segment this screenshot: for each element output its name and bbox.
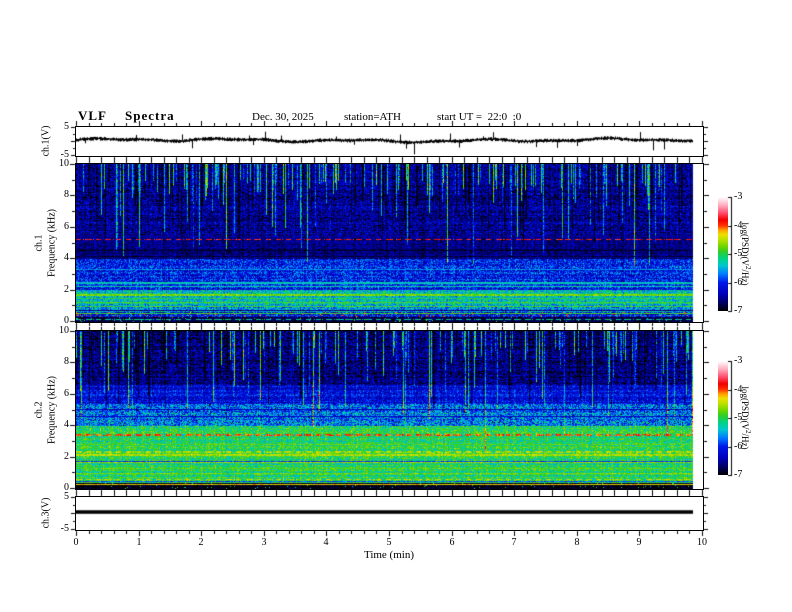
voltage-tick-label: -5 (60, 149, 69, 160)
colorbar-tick-label: -4 (734, 220, 743, 231)
x-tick-label: 4 (323, 537, 329, 548)
spec1-frequency-axis-label: Frequency (kHz) (46, 208, 58, 278)
colorbar-tick-label: -5 (734, 248, 743, 259)
x-tick-label: 5 (386, 537, 392, 548)
freq-tick-label: 2 (64, 451, 69, 462)
freq-tick-label: 8 (64, 189, 69, 200)
header-start-ut: start UT = 22:0 :0 (437, 111, 522, 123)
freq-tick-label: 2 (64, 284, 69, 295)
freq-tick-label: 10 (59, 325, 69, 336)
colorbar-ch2 (718, 361, 728, 475)
colorbar-tick-label: -3 (734, 355, 743, 366)
colorbar-tick-label: -7 (734, 305, 743, 316)
ch2-spectrogram-panel (75, 330, 704, 490)
colorbar-tick-label: -7 (734, 469, 743, 480)
x-tick-label: 1 (136, 537, 142, 548)
ch3-waveform-canvas (76, 497, 703, 530)
colorbar-tick-label: -6 (734, 277, 743, 288)
x-tick-label: 6 (449, 537, 455, 548)
x-tick-label: 7 (511, 537, 517, 548)
colorbar-tick-label: -4 (734, 384, 743, 395)
vlf-spectra-figure: VLF Spectra Dec. 30, 2025 station=ATH st… (0, 0, 792, 612)
freq-tick-label: 8 (64, 356, 69, 367)
freq-tick-label: 4 (64, 252, 69, 263)
colorbar-ch1 (718, 197, 728, 311)
colorbar-tick-label: -6 (734, 441, 743, 452)
voltage-tick-label: -5 (60, 523, 69, 534)
colorbar-tick-label: -5 (734, 412, 743, 423)
spec2-channel-label: ch.2 (33, 401, 45, 419)
ch2-spectrogram-canvas (76, 331, 703, 489)
voltage-tick-label: 5 (64, 491, 69, 502)
spec2-frequency-axis-label: Frequency (kHz) (46, 375, 58, 445)
colorbar-tick-label: -3 (734, 191, 743, 202)
ch1-spectrogram-canvas (76, 164, 703, 322)
ch1-waveform-panel (75, 126, 704, 157)
ch3-waveform-panel (75, 496, 704, 531)
spec1-channel-label: ch.1 (33, 234, 45, 252)
voltage-tick-label: 5 (64, 121, 69, 132)
x-tick-label: 10 (697, 537, 707, 548)
x-tick-label: 8 (574, 537, 580, 548)
time-axis-label: Time (min) (363, 549, 414, 561)
x-tick-label: 9 (636, 537, 642, 548)
header-station: station=ATH (344, 111, 401, 123)
ch1-waveform-canvas (76, 127, 703, 156)
freq-tick-label: 6 (64, 388, 69, 399)
x-tick-label: 0 (73, 537, 79, 548)
figure-title: VLF Spectra (78, 108, 175, 123)
freq-tick-label: 6 (64, 221, 69, 232)
header-date: Dec. 30, 2025 (252, 111, 314, 123)
x-tick-label: 3 (261, 537, 267, 548)
x-tick-label: 2 (198, 537, 204, 548)
freq-tick-label: 4 (64, 419, 69, 430)
ch1-spectrogram-panel (75, 163, 704, 323)
